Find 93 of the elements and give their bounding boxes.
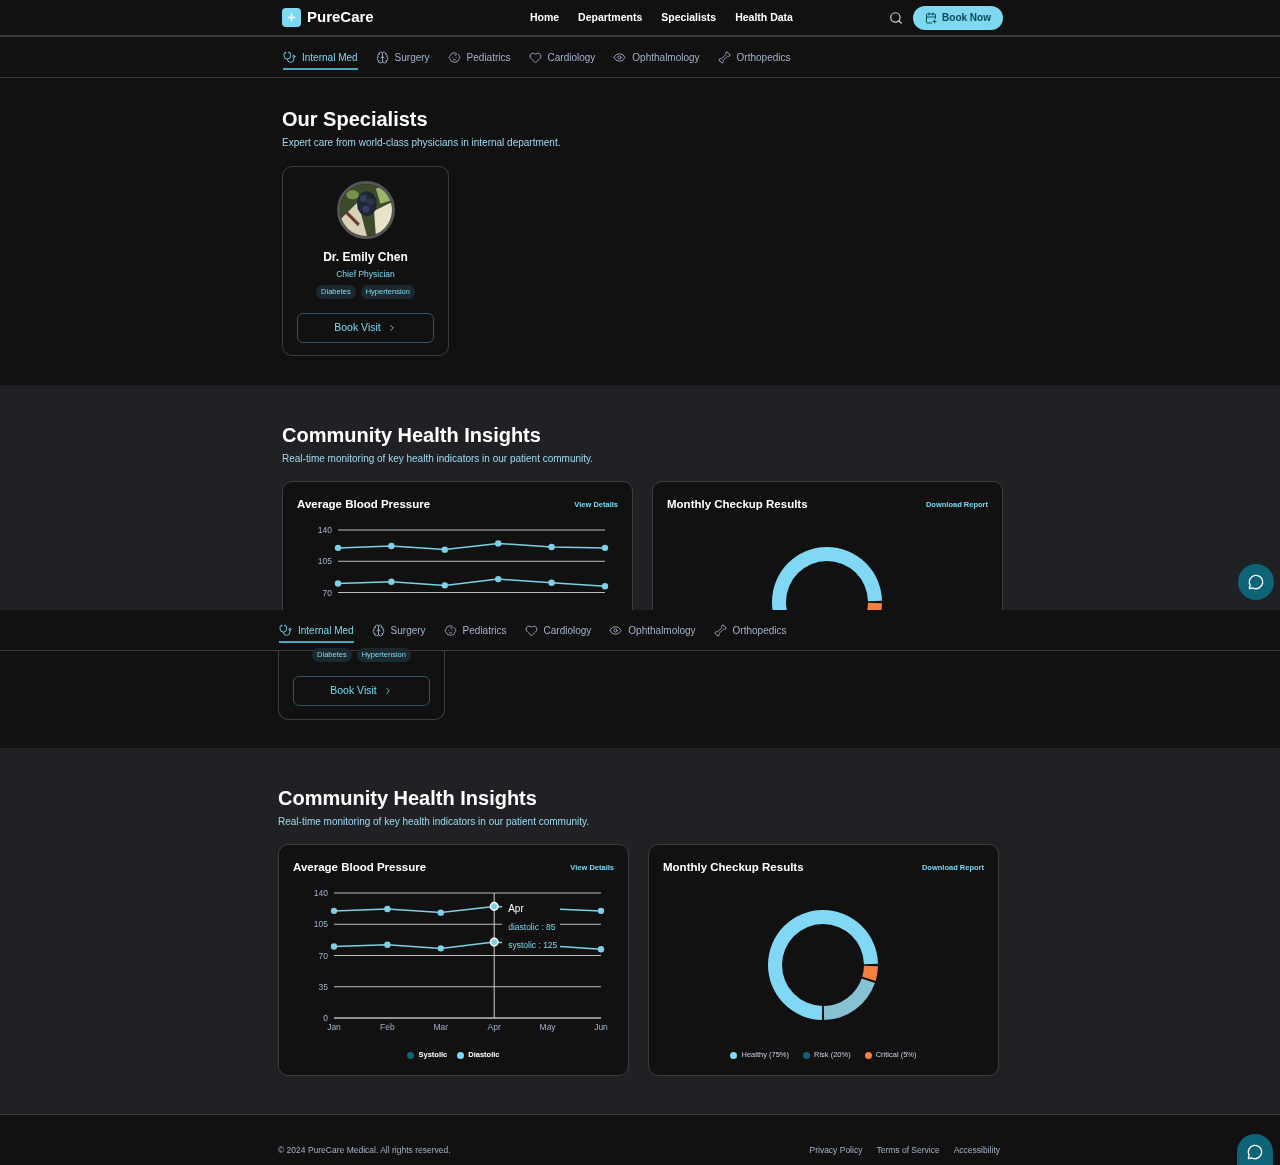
data-point: [384, 941, 391, 948]
section-subtitle: Expert care from world-class physicians in internal department.: [282, 136, 562, 150]
department-tab[interactable]: Ophthalmology: [613, 44, 700, 70]
department-icon: [528, 50, 542, 64]
department-tab[interactable]: Orthopedics: [717, 44, 791, 70]
data-point: [601, 583, 609, 590]
data-point: [548, 579, 555, 586]
department-icon: [447, 50, 461, 64]
data-point: [489, 901, 499, 911]
data-point: [388, 542, 395, 550]
data-point: [495, 540, 502, 547]
department-icon: [717, 50, 731, 64]
section-subtitle: Real-time monitoring of key health indicators in our patient community.: [282, 452, 595, 466]
department-tab[interactable]: Surgery: [375, 44, 430, 70]
calendar-plus-icon: [925, 11, 938, 24]
department-icon: [371, 623, 385, 637]
department-tab[interactable]: Internal Med: [279, 617, 354, 643]
nav-link[interactable]: Specialists: [661, 9, 717, 26]
data-point: [437, 909, 444, 916]
book-visit-button[interactable]: Book Visit: [297, 312, 434, 343]
footer-link[interactable]: Terms of Service: [876, 1144, 940, 1157]
axis-tick-label: 70: [318, 950, 328, 961]
data-point: [334, 580, 342, 587]
section-title: Our Specialists: [282, 107, 429, 132]
search-icon[interactable]: [889, 10, 904, 25]
doctor-role: Chief Physician: [336, 268, 395, 281]
axis-tick-label: 35: [318, 981, 328, 992]
nav-link[interactable]: Health Data: [735, 9, 793, 26]
data-point: [384, 905, 391, 913]
footer-link[interactable]: Accessibility: [953, 1144, 1000, 1157]
logo-icon: [282, 8, 301, 27]
department-tab[interactable]: Cardiology: [524, 617, 592, 643]
department-tab[interactable]: Orthopedics: [713, 617, 787, 643]
book-now-button[interactable]: Book Now: [913, 5, 1003, 30]
department-icon: [279, 623, 292, 637]
department-icon: [524, 623, 538, 637]
axis-tick-label: 105: [317, 556, 332, 567]
data-point: [548, 543, 555, 551]
department-tab[interactable]: Cardiology: [528, 44, 596, 70]
department-tab[interactable]: Surgery: [371, 617, 426, 643]
doctor-name: Dr. Emily Chen: [323, 249, 408, 266]
axis-tick-label: Jan: [327, 1022, 341, 1032]
section-subtitle: Real-time monitoring of key health indicators in our patient community.: [278, 815, 591, 829]
axis-tick-label: Mar: [433, 1022, 449, 1032]
department-icon: [443, 623, 457, 637]
axis-tick-label: 105: [313, 919, 328, 930]
tooltip-title: Apr: [508, 903, 525, 915]
axis-tick-label: May: [539, 1022, 556, 1032]
department-tab[interactable]: Ophthalmology: [609, 617, 696, 643]
chat-button[interactable]: [1237, 1134, 1273, 1165]
copyright-text: © 2024 PureCare Medical. All rights reserved.: [278, 1144, 451, 1157]
data-point: [437, 945, 444, 952]
department-icon: [375, 50, 389, 64]
brand-name: PureCare: [307, 7, 374, 28]
data-point: [330, 943, 338, 950]
department-icon: [283, 50, 296, 64]
card-title: Monthly Checkup Results: [663, 860, 804, 876]
section-title: Community Health Insights: [278, 786, 538, 811]
axis-tick-label: 0: [323, 1013, 328, 1023]
data-point: [601, 544, 609, 552]
section-title: Community Health Insights: [282, 423, 542, 448]
nav-link[interactable]: Departments: [578, 9, 643, 26]
card-title: Monthly Checkup Results: [667, 497, 808, 513]
nav-link[interactable]: Home: [529, 9, 560, 26]
data-point: [441, 582, 448, 589]
department-tab[interactable]: Internal Med: [283, 44, 358, 70]
tooltip-value: diastolic : 85: [508, 921, 555, 933]
axis-tick-label: Jun: [594, 1022, 608, 1032]
data-point: [388, 578, 395, 585]
footer-link[interactable]: Privacy Policy: [809, 1144, 863, 1157]
chat-icon: [1247, 1143, 1263, 1160]
axis-tick-label: Feb: [380, 1022, 395, 1032]
axis-tick-label: 70: [322, 587, 332, 598]
axis-tick-label: Apr: [487, 1022, 501, 1032]
department-tab[interactable]: Pediatrics: [443, 617, 507, 643]
axis-tick-label: 140: [313, 888, 328, 898]
department-icon: [613, 50, 627, 64]
department-icon: [609, 623, 623, 637]
chat-icon: [1248, 574, 1264, 590]
data-point: [597, 907, 605, 915]
book-visit-button[interactable]: Book Visit: [293, 676, 430, 706]
tooltip-value: systolic : 125: [508, 939, 555, 951]
department-icon: [713, 623, 727, 637]
data-point: [330, 907, 338, 915]
data-point: [597, 946, 605, 953]
axis-tick-label: 140: [317, 525, 332, 535]
data-point: [495, 575, 502, 583]
data-point: [489, 937, 499, 947]
department-tab[interactable]: Pediatrics: [447, 44, 511, 70]
data-point: [441, 546, 448, 553]
data-point: [334, 544, 342, 552]
card-title: Average Blood Pressure: [297, 497, 431, 513]
card-title: Average Blood Pressure: [293, 860, 427, 876]
